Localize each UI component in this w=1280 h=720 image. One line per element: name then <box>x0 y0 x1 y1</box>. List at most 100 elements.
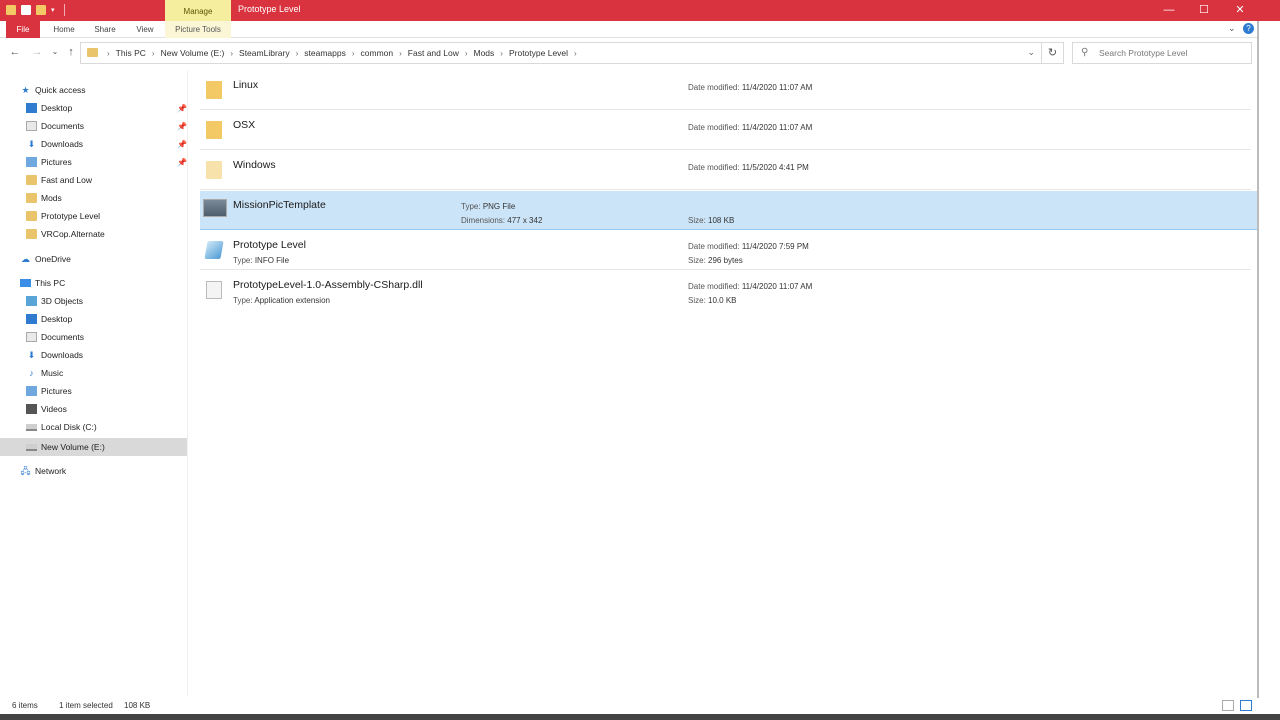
close-button[interactable]: ✕ <box>1222 0 1258 21</box>
nav-item-3d-objects[interactable]: 3D Objects <box>0 292 187 310</box>
breadcrumb-steamapps[interactable]: steamapps <box>304 48 346 58</box>
cube-icon <box>26 296 37 306</box>
pin-icon[interactable]: 📌 <box>177 104 187 113</box>
nav-label: Network <box>35 466 67 476</box>
nav-this-pc[interactable]: This PC <box>0 274 187 292</box>
refresh-button[interactable]: ↻ <box>1042 42 1064 64</box>
window-edge <box>1257 21 1280 720</box>
chevron-right-icon[interactable]: › <box>399 49 402 58</box>
breadcrumb-mods[interactable]: Mods <box>474 48 495 58</box>
search-box[interactable]: ⚲ <box>1072 42 1252 64</box>
nav-item-pictures[interactable]: Pictures 📌 <box>0 153 187 171</box>
download-arrow-icon: ⬇ <box>27 350 36 360</box>
navigation-bar: ← → ⌄ ↑ › This PC › New Volume (E:) › St… <box>0 39 1280 67</box>
manage-tab[interactable]: Manage <box>165 0 231 21</box>
tab-file[interactable]: File <box>6 21 40 38</box>
nav-item-local-disk-c[interactable]: Local Disk (C:) <box>0 418 187 436</box>
recent-locations-chevron-icon[interactable]: ⌄ <box>48 45 62 59</box>
list-item-selected[interactable]: MissionPicTemplate Type: PNG File Dimens… <box>200 191 1257 230</box>
help-icon[interactable]: ? <box>1243 23 1254 34</box>
breadcrumb-common[interactable]: common <box>361 48 394 58</box>
toolbar-separator <box>63 4 65 16</box>
chevron-right-icon[interactable]: › <box>574 49 577 58</box>
nav-item-desktop[interactable]: Desktop 📌 <box>0 99 187 117</box>
breadcrumb-fast-and-low[interactable]: Fast and Low <box>408 48 459 58</box>
drive-icon <box>26 423 37 431</box>
pin-icon[interactable]: 📌 <box>177 158 187 167</box>
tab-picture-tools[interactable]: Picture Tools <box>165 21 231 38</box>
chevron-right-icon[interactable]: › <box>500 49 503 58</box>
file-size: Size: 10.0 KB <box>688 296 737 305</box>
image-dimensions: Dimensions: 477 x 342 <box>461 216 543 225</box>
nav-item-pc-desktop[interactable]: Desktop <box>0 310 187 328</box>
list-item[interactable]: Windows Date modified: 11/5/2020 4:41 PM <box>200 151 1251 190</box>
nav-item-documents[interactable]: Documents 📌 <box>0 117 187 135</box>
status-bar: 6 items 1 item selected 108 KB <box>0 698 1280 714</box>
nav-item-vrcop-alternate[interactable]: VRCop.Alternate <box>0 225 187 243</box>
search-input[interactable] <box>1099 46 1244 60</box>
tab-home[interactable]: Home <box>48 21 80 38</box>
chevron-right-icon[interactable]: › <box>230 49 233 58</box>
large-icons-view-icon[interactable] <box>1240 700 1252 711</box>
ribbon-expand-chevron-icon[interactable]: ⌄ <box>1228 23 1236 34</box>
date-modified: Date modified: 11/5/2020 4:41 PM <box>688 163 809 172</box>
maximize-button[interactable]: ☐ <box>1186 0 1222 21</box>
chevron-right-icon[interactable]: › <box>107 49 110 58</box>
breadcrumb-new-volume[interactable]: New Volume (E:) <box>161 48 225 58</box>
breadcrumb-this-pc[interactable]: This PC <box>116 48 146 58</box>
back-arrow-icon[interactable]: ← <box>8 45 22 59</box>
address-dropdown-chevron-icon[interactable]: ⌄ <box>1027 47 1035 58</box>
nav-item-mods[interactable]: Mods <box>0 189 187 207</box>
nav-item-downloads[interactable]: ⬇ Downloads 📌 <box>0 135 187 153</box>
nav-item-music[interactable]: ♪ Music <box>0 364 187 382</box>
pin-icon[interactable]: 📌 <box>177 122 187 131</box>
tab-share[interactable]: Share <box>88 21 122 38</box>
new-folder-icon[interactable] <box>36 5 46 15</box>
customize-toolbar-chevron-icon[interactable]: ▾ <box>51 6 55 14</box>
date-modified: Date modified: 11/4/2020 11:07 AM <box>688 83 813 92</box>
app-folder-icon <box>6 5 16 15</box>
star-icon: ★ <box>21 85 30 95</box>
nav-label: 3D Objects <box>41 296 84 306</box>
chevron-right-icon[interactable]: › <box>465 49 468 58</box>
folder-icon <box>87 48 98 57</box>
breadcrumb-steamlibrary[interactable]: SteamLibrary <box>239 48 290 58</box>
nav-network[interactable]: 🖧 Network <box>0 462 187 480</box>
list-item[interactable]: Prototype Level Type: INFO File Date mod… <box>200 231 1251 270</box>
window-title: Prototype Level <box>238 4 301 14</box>
properties-icon[interactable] <box>21 5 31 15</box>
folder-icon <box>206 161 222 179</box>
nav-label: Mods <box>41 193 62 203</box>
chevron-right-icon[interactable]: › <box>296 49 299 58</box>
taskbar-edge <box>0 714 1280 720</box>
nav-onedrive[interactable]: ☁ OneDrive <box>0 250 187 268</box>
list-item[interactable]: Linux Date modified: 11/4/2020 11:07 AM <box>200 71 1251 110</box>
nav-item-prototype-level[interactable]: Prototype Level <box>0 207 187 225</box>
up-arrow-icon[interactable]: ↑ <box>64 45 78 59</box>
nav-item-pc-pictures[interactable]: Pictures <box>0 382 187 400</box>
minimize-button[interactable]: — <box>1151 0 1187 21</box>
tab-view[interactable]: View <box>130 21 160 38</box>
nav-label: Desktop <box>41 103 73 113</box>
address-bar[interactable]: › This PC › New Volume (E:) › SteamLibra… <box>80 42 1042 64</box>
list-item[interactable]: OSX Date modified: 11/4/2020 11:07 AM <box>200 111 1251 150</box>
breadcrumb-prototype-level[interactable]: Prototype Level <box>509 48 568 58</box>
computer-icon <box>20 279 31 287</box>
nav-label: Local Disk (C:) <box>41 422 97 432</box>
info-file-icon <box>204 241 224 259</box>
nav-label: Music <box>41 368 64 378</box>
music-note-icon: ♪ <box>29 368 34 378</box>
nav-item-new-volume-e[interactable]: New Volume (E:) <box>0 438 187 456</box>
cloud-icon: ☁ <box>21 254 30 264</box>
nav-item-fast-and-low[interactable]: Fast and Low <box>0 171 187 189</box>
nav-item-videos[interactable]: Videos <box>0 400 187 418</box>
forward-arrow-icon[interactable]: → <box>30 45 44 59</box>
nav-item-pc-documents[interactable]: Documents <box>0 328 187 346</box>
nav-item-pc-downloads[interactable]: ⬇ Downloads <box>0 346 187 364</box>
chevron-right-icon[interactable]: › <box>352 49 355 58</box>
details-view-icon[interactable] <box>1222 700 1234 711</box>
nav-quick-access[interactable]: ★ Quick access <box>0 81 187 99</box>
list-item[interactable]: PrototypeLevel-1.0-Assembly-CSharp.dll T… <box>200 271 1251 310</box>
chevron-right-icon[interactable]: › <box>152 49 155 58</box>
pin-icon[interactable]: 📌 <box>177 140 187 149</box>
